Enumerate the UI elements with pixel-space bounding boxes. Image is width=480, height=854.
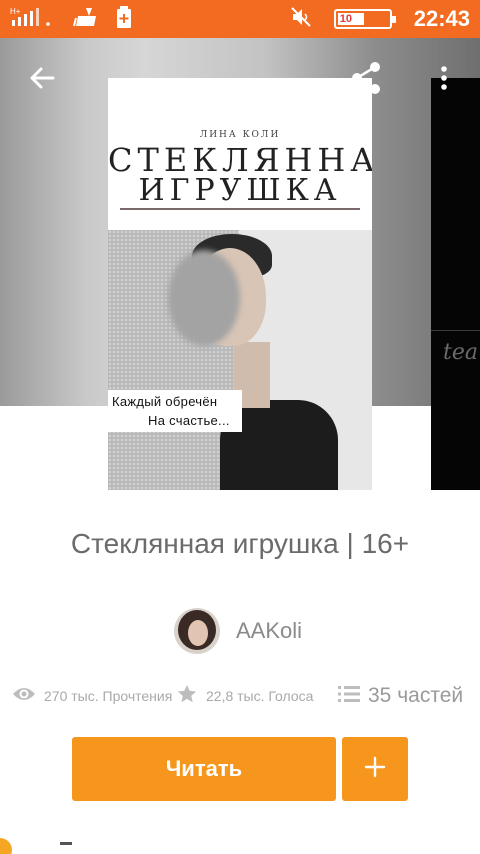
story-cover[interactable]: ЛИНА КОЛИ СТЕКЛЯННАЯ ИГРУШКА Каждый обре… [108, 78, 372, 490]
cover-photo: Каждый обречён На счастье... [108, 230, 372, 490]
cover-author: ЛИНА КОЛИ [199, 130, 281, 140]
share-icon [350, 61, 382, 100]
reads-count: 270 тыс. Прочтения [44, 688, 173, 704]
list-icon [338, 685, 360, 708]
battery-icon: 10 [333, 9, 396, 29]
back-button[interactable] [18, 56, 66, 104]
cover-caption-line1: Каждый обречён [112, 394, 218, 409]
battery-level: 10 [339, 13, 352, 25]
cover-caption-line2: На счастье... [148, 413, 230, 428]
cover-title-line1: СТЕКЛЯННАЯ [108, 141, 372, 179]
votes-count: 22,8 тыс. Голоса [206, 688, 314, 704]
description-section-peek [0, 838, 480, 854]
story-details-screen: H+ 10 22:43 tea ЛИНА КОЛИ СТЕКЛЯННА ИГРУ… [0, 0, 480, 854]
cover-divider [120, 208, 360, 210]
status-bar: H+ 10 22:43 [0, 0, 480, 38]
votes-stat: 22,8 тыс. Голоса [176, 680, 313, 712]
story-title: Стеклянная игрушка | 16+ [70, 528, 410, 559]
more-vertical-icon [440, 65, 448, 95]
info-icon [0, 838, 12, 854]
eye-icon [12, 686, 36, 707]
plus-icon [364, 756, 386, 783]
volume-muted-icon [290, 6, 312, 33]
parts-stat[interactable]: 35 частей [338, 680, 463, 712]
author-avatar[interactable] [174, 608, 220, 654]
add-to-library-button[interactable] [342, 737, 408, 801]
next-cover-text: tea [443, 340, 478, 365]
story-stats: 270 тыс. Прочтения 22,8 тыс. Голоса 35 ч… [0, 680, 480, 712]
cover-title-line2: ИГРУШКА [138, 173, 342, 208]
arrow-left-icon [28, 64, 56, 97]
svg-text:H+: H+ [10, 7, 21, 16]
reads-stat: 270 тыс. Прочтения [12, 680, 172, 712]
star-icon [176, 683, 198, 710]
read-button[interactable]: Читать [72, 737, 336, 801]
cellular-signal-icon: H+ [10, 6, 54, 33]
cleaner-icon [72, 6, 98, 33]
parts-count[interactable]: 35 частей [368, 684, 463, 708]
next-story-cover[interactable]: tea [431, 78, 480, 490]
more-options-button[interactable] [420, 56, 468, 104]
author-name[interactable]: AAKoli [236, 618, 302, 644]
share-button[interactable] [342, 56, 390, 104]
status-time: 22:43 [413, 6, 470, 31]
battery-plus-icon [116, 5, 132, 33]
author-link[interactable]: AAKoli [174, 606, 302, 656]
cover-caption: Каждый обречён На счастье... [108, 390, 242, 432]
